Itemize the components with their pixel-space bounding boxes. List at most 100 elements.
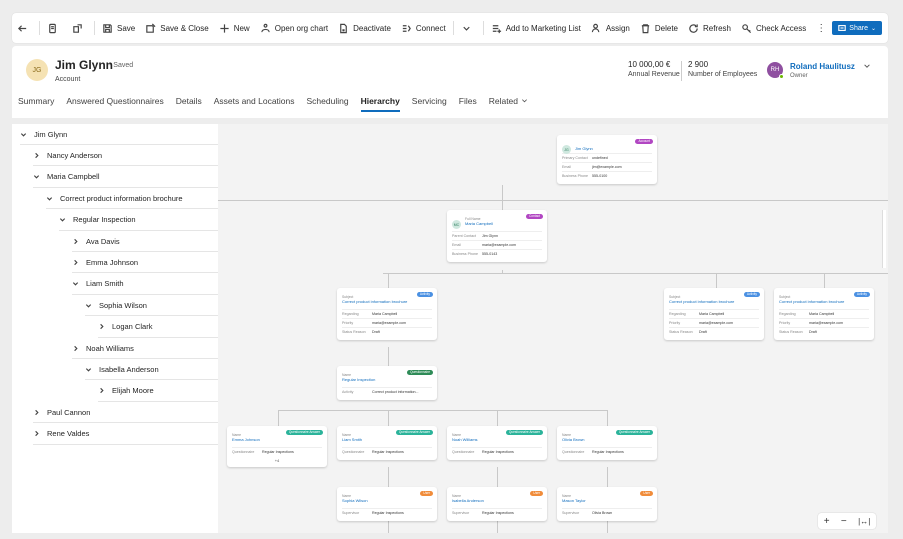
- activity-card[interactable]: Activity Subject Correct product informati…: [664, 288, 764, 340]
- chevron-down-icon[interactable]: [33, 173, 40, 180]
- check-access-button[interactable]: Check Access: [736, 13, 811, 43]
- tree-item[interactable]: Sophia Wilson: [85, 295, 218, 317]
- back-button[interactable]: [12, 13, 37, 43]
- new-button[interactable]: New: [214, 13, 255, 43]
- save-close-button[interactable]: Save & Close: [140, 13, 213, 43]
- tab-answered-questionnaires[interactable]: Answered Questionnaires: [60, 90, 169, 114]
- questionnaire-answer-card[interactable]: Questionnaire Answer Name Liam Smith Questi…: [337, 426, 437, 460]
- card-title-link[interactable]: Correct product information brochure: [669, 299, 759, 304]
- popout-button[interactable]: [67, 13, 92, 43]
- card-field-row: Email maria@example.com: [452, 240, 542, 249]
- tree-item[interactable]: Regular Inspection: [59, 210, 218, 231]
- card-field-value: Draft: [372, 330, 380, 334]
- tree-item[interactable]: Elijah Moore: [98, 381, 218, 402]
- card-title-link[interactable]: Emma Johnson: [232, 437, 322, 442]
- hierarchy-canvas[interactable]: Account JG Jim Glynn Primary Contact undefin…: [218, 124, 888, 533]
- card-title-link[interactable]: Correct product information brochure: [342, 299, 432, 304]
- more-children-count[interactable]: +4: [232, 458, 322, 463]
- tab-scheduling[interactable]: Scheduling: [301, 90, 355, 114]
- tab-assets-locations[interactable]: Assets and Locations: [208, 90, 301, 114]
- owner-name[interactable]: Roland Haulitusz: [790, 62, 855, 71]
- tab-servicing[interactable]: Servicing: [406, 90, 453, 114]
- tab-files[interactable]: Files: [453, 90, 483, 114]
- chevron-down-icon[interactable]: [20, 131, 27, 138]
- card-title-link[interactable]: Mason Taylor: [562, 498, 652, 503]
- questionnaire-answer-card[interactable]: Questionnaire Answer Name Olivia Brown Ques…: [557, 426, 657, 460]
- chevron-right-icon[interactable]: [72, 238, 79, 245]
- tab-hierarchy[interactable]: Hierarchy: [355, 90, 406, 114]
- user-card[interactable]: User Name Isabella Anderson Supervisor Regul…: [447, 487, 547, 521]
- card-field-value: 555-0143: [482, 252, 498, 256]
- contact-card[interactable]: Contact MC Full Name Maria Campbell Parent C…: [447, 210, 547, 262]
- card-title-link[interactable]: Sophia Wilson: [342, 498, 432, 503]
- tree-item[interactable]: Isabella Anderson: [85, 359, 218, 381]
- chevron-right-icon[interactable]: [33, 409, 40, 416]
- card-title-link[interactable]: Regular Inspection: [342, 377, 432, 382]
- kpi-divider: [681, 61, 682, 81]
- tree-item[interactable]: Maria Campbell: [33, 167, 218, 188]
- connect-dropdown-button[interactable]: [456, 13, 481, 43]
- save-close-label: Save & Close: [160, 23, 209, 33]
- tree-item[interactable]: Noah Williams: [72, 338, 218, 359]
- chevron-down-icon[interactable]: [85, 302, 92, 309]
- add-marketing-list-button[interactable]: Add to Marketing List: [486, 13, 586, 43]
- share-button[interactable]: Share ⌄: [832, 21, 882, 35]
- tree-item[interactable]: Nancy Anderson: [33, 145, 218, 167]
- record-set-button[interactable]: [42, 13, 67, 43]
- more-commands-button[interactable]: ⋮: [811, 13, 831, 43]
- kpi-employees: 2 900 Number of Employees: [688, 60, 757, 78]
- zoom-in-button[interactable]: +: [824, 516, 830, 527]
- deactivate-button[interactable]: Deactivate: [333, 13, 396, 43]
- delete-button[interactable]: Delete: [635, 13, 683, 43]
- tree-item[interactable]: Liam Smith: [72, 274, 218, 295]
- chevron-down-icon[interactable]: [863, 62, 871, 70]
- questionnaire-card[interactable]: Questionnaire Name Regular Inspection Activ…: [337, 366, 437, 400]
- activity-card[interactable]: Activity Subject Correct product informati…: [774, 288, 874, 340]
- user-card[interactable]: User Name Mason Taylor Supervisor Olivia Bro…: [557, 487, 657, 521]
- card-title-link[interactable]: Correct product information brochure: [779, 299, 869, 304]
- tree-item[interactable]: Jim Glynn: [20, 124, 218, 145]
- chevron-right-icon[interactable]: [72, 259, 79, 266]
- card-field-label: Regarding: [779, 312, 796, 316]
- tab-summary[interactable]: Summary: [12, 90, 60, 114]
- tree-item[interactable]: Rene Valdes: [33, 424, 218, 445]
- questionnaire-answer-card[interactable]: Questionnaire Answer Name Emma Johnson Ques…: [227, 426, 327, 467]
- tree-item[interactable]: Emma Johnson: [72, 252, 218, 274]
- fit-to-screen-button[interactable]: |↔|: [858, 517, 870, 526]
- tree-item[interactable]: Logan Clark: [98, 317, 218, 338]
- chevron-down-icon[interactable]: [85, 366, 92, 373]
- chevron-down-icon[interactable]: [46, 195, 53, 202]
- card-title-link[interactable]: Liam Smith: [342, 437, 432, 442]
- chevron-right-icon[interactable]: [72, 345, 79, 352]
- tree-item[interactable]: Correct product information brochure: [46, 188, 218, 210]
- assign-button[interactable]: Assign: [586, 13, 635, 43]
- card-title-link[interactable]: Jim Glynn: [575, 146, 652, 151]
- chevron-down-icon[interactable]: [59, 216, 66, 223]
- open-org-chart-button[interactable]: Open org chart: [255, 13, 333, 43]
- tree-item-label: Noah Williams: [86, 343, 134, 353]
- tab-details[interactable]: Details: [170, 90, 208, 114]
- canvas-scrollbar[interactable]: [882, 210, 886, 268]
- chevron-right-icon[interactable]: [33, 152, 40, 159]
- chevron-right-icon[interactable]: [98, 387, 105, 394]
- card-title-link[interactable]: Isabella Anderson: [452, 498, 542, 503]
- chevron-right-icon[interactable]: [98, 323, 105, 330]
- chevron-right-icon[interactable]: [33, 430, 40, 437]
- save-button[interactable]: Save: [97, 13, 140, 43]
- chevron-down-icon[interactable]: [72, 280, 79, 287]
- tab-related[interactable]: Related: [483, 90, 534, 114]
- kpi-label: Annual Revenue: [628, 71, 680, 78]
- tree-item[interactable]: Ava Davis: [72, 231, 218, 252]
- card-title-link[interactable]: Maria Campbell: [465, 221, 542, 226]
- connector-line: [383, 273, 888, 274]
- user-card[interactable]: User Name Sophia Wilson Supervisor Regular I…: [337, 487, 437, 521]
- card-title-link[interactable]: Olivia Brown: [562, 437, 652, 442]
- account-card[interactable]: Account JG Jim Glynn Primary Contact undefin…: [557, 135, 657, 184]
- activity-card[interactable]: Activity Subject Correct product informati…: [337, 288, 437, 340]
- zoom-out-button[interactable]: −: [841, 516, 847, 527]
- connect-button[interactable]: Connect: [396, 13, 451, 43]
- refresh-button[interactable]: Refresh: [683, 13, 736, 43]
- card-title-link[interactable]: Noah Williams: [452, 437, 542, 442]
- tree-item[interactable]: Paul Cannon: [33, 402, 218, 424]
- questionnaire-answer-card[interactable]: Questionnaire Answer Name Noah Williams Que…: [447, 426, 547, 460]
